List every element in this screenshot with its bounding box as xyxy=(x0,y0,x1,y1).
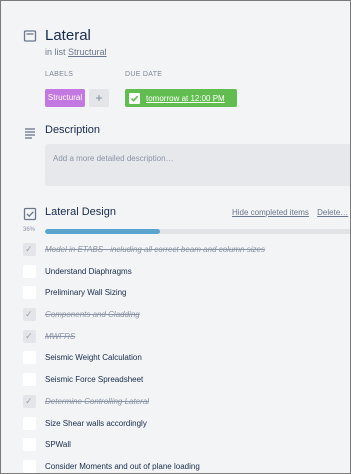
checklist-item-checkbox[interactable] xyxy=(23,459,36,473)
checklist-item-text[interactable]: Determine Controlling Lateral xyxy=(45,397,149,406)
checklist-item-checkbox[interactable] xyxy=(23,264,36,278)
due-complete-checkbox[interactable] xyxy=(129,92,140,104)
checklist-item[interactable]: Seismic Weight Calculation xyxy=(1,347,350,369)
check-icon xyxy=(130,95,139,102)
list-reference: in list Structural xyxy=(45,47,107,57)
checklist-item-checkbox[interactable] xyxy=(23,416,36,430)
checklist-item-checkbox[interactable]: ✓ xyxy=(23,308,36,322)
checklist-item[interactable]: ✓ MWFRS xyxy=(1,326,350,348)
checklist-item-checkbox[interactable]: ✓ xyxy=(23,394,36,408)
checklist-item[interactable]: Consider Moments and out of plane loadin… xyxy=(1,456,350,473)
checklist-item[interactable]: SPWall xyxy=(1,434,350,456)
checklist-item-text[interactable]: Seismic Weight Calculation xyxy=(45,353,142,362)
checklist-item[interactable]: ✓ Model in ETABS - including all correct … xyxy=(1,239,350,261)
checklist-item-checkbox[interactable] xyxy=(23,373,36,387)
labels-heading: LABELS xyxy=(45,71,74,78)
checklist-item-text[interactable]: Consider Moments and out of plane loadin… xyxy=(45,462,200,471)
checklist-item-text[interactable]: SPWall xyxy=(45,440,71,449)
checklist-item-checkbox[interactable] xyxy=(23,351,36,365)
check-icon: ✓ xyxy=(25,309,33,320)
description-input[interactable]: Add a more detailed description… xyxy=(45,144,350,186)
checklist-item-text[interactable]: Components and Cladding xyxy=(45,310,140,319)
checklist-items: ✓ Model in ETABS - including all correct … xyxy=(1,239,350,473)
checklist-item[interactable]: Understand Diaphragms xyxy=(1,261,350,283)
checklist-item-text[interactable]: MWFRS xyxy=(45,332,75,341)
due-date-text: tomorrow at 12:00 PM xyxy=(146,93,225,103)
due-date-badge[interactable]: tomorrow at 12:00 PM xyxy=(125,89,237,107)
progress-bar xyxy=(45,229,350,234)
progress-percent: 36% xyxy=(23,227,36,233)
check-icon: ✓ xyxy=(25,244,33,254)
card-title[interactable]: Lateral xyxy=(45,27,91,44)
checklist-item-checkbox[interactable] xyxy=(23,438,36,452)
check-icon: ✓ xyxy=(25,330,33,341)
progress-fill xyxy=(45,229,161,234)
checklist-item-checkbox[interactable]: ✓ xyxy=(23,329,36,343)
hide-completed-link[interactable]: Hide completed items xyxy=(232,208,309,217)
actions-separator xyxy=(312,208,314,217)
checklist-item-checkbox[interactable] xyxy=(23,286,36,300)
checklist-actions: Hide completed items Delete… xyxy=(232,208,348,217)
checklist-item-text[interactable]: Preliminary Wall Sizing xyxy=(45,288,127,297)
delete-checklist-link[interactable]: Delete… xyxy=(317,208,348,217)
card-icon xyxy=(23,29,37,43)
checklist-icon xyxy=(23,207,37,221)
checklist-title[interactable]: Lateral Design xyxy=(45,206,116,218)
checklist-item[interactable]: ✓ Determine Controlling Lateral xyxy=(1,391,350,413)
check-icon: ✓ xyxy=(25,395,33,406)
checklist-item-text[interactable]: Seismic Force Spreadsheet xyxy=(45,375,143,384)
checklist-item[interactable]: Seismic Force Spreadsheet xyxy=(1,369,350,391)
in-list-prefix: in list xyxy=(45,47,66,57)
checklist-item[interactable]: Size Shear walls accordingly xyxy=(1,413,350,435)
due-date-heading: DUE DATE xyxy=(125,71,163,78)
checklist-item-text[interactable]: Model in ETABS - including all correct b… xyxy=(45,245,265,254)
list-link[interactable]: Structural xyxy=(68,47,107,57)
checklist-item-text[interactable]: Size Shear walls accordingly xyxy=(45,419,147,428)
checklist-item[interactable]: Preliminary Wall Sizing xyxy=(1,282,350,304)
label-structural[interactable]: Structural xyxy=(45,89,85,107)
description-icon xyxy=(23,126,37,140)
checklist-item[interactable]: ✓ Components and Cladding xyxy=(1,304,350,326)
checklist-item-text[interactable]: Understand Diaphragms xyxy=(45,267,132,276)
card-detail-window: Lateral in list Structural LABELS DUE DA… xyxy=(0,0,351,474)
description-heading: Description xyxy=(45,124,101,136)
checklist-item-checkbox[interactable]: ✓ xyxy=(23,243,36,256)
add-label-button[interactable]: + xyxy=(89,89,109,107)
